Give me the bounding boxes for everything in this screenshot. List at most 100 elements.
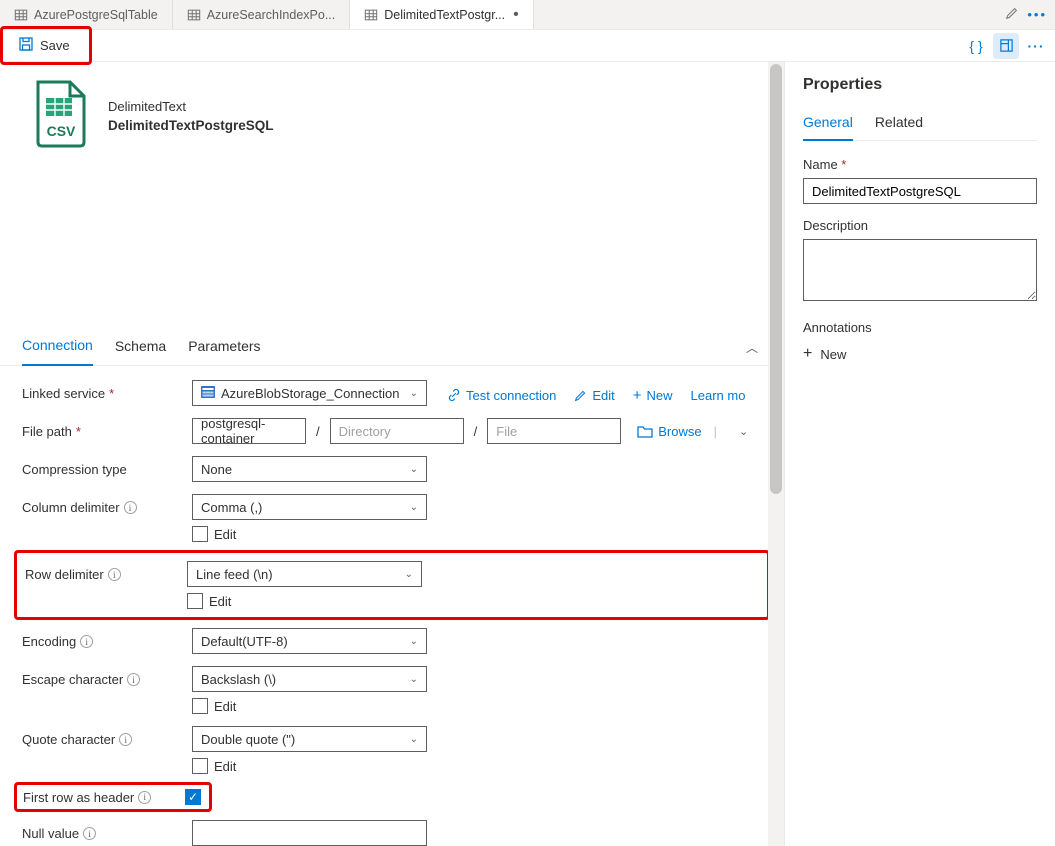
file-path-container-input[interactable]: postgresql-container — [192, 418, 306, 444]
row-delimiter-edit-checkbox[interactable] — [187, 593, 203, 609]
storage-icon — [201, 386, 215, 401]
add-annotation-button[interactable]: + New — [803, 345, 1037, 363]
file-path-file-input[interactable]: File — [487, 418, 621, 444]
edit-checkbox-label: Edit — [214, 527, 236, 542]
scrollbar-thumb[interactable] — [770, 64, 782, 494]
row-file-path: File path postgresql-container / Directo… — [22, 418, 762, 444]
save-button[interactable]: Save — [5, 32, 83, 59]
table-icon — [14, 8, 28, 22]
pencil-icon[interactable] — [1005, 6, 1019, 23]
new-label: New — [647, 388, 673, 403]
quote-label: Quote character i — [22, 726, 182, 747]
new-link[interactable]: + New — [633, 387, 673, 404]
info-icon[interactable]: i — [119, 733, 132, 746]
prop-annotations-label: Annotations — [803, 320, 1037, 335]
row-column-delimiter: Column delimiter i Comma (,) ⌄ Edit — [22, 494, 762, 542]
tabbar-more-icon[interactable]: ••• — [1027, 7, 1047, 22]
dataset-type: DelimitedText — [108, 99, 274, 114]
tab-schema[interactable]: Schema — [115, 328, 166, 365]
first-row-header-checkbox[interactable]: ✓ — [185, 789, 201, 805]
test-connection-link[interactable]: Test connection — [447, 388, 556, 403]
edit-link[interactable]: Edit — [574, 388, 614, 403]
chevron-down-icon: ⌄ — [410, 674, 418, 685]
dataset-header: CSV DelimitedText DelimitedTextPostgreSQ… — [0, 62, 784, 157]
editor-tab-bar: AzurePostgreSqlTable AzureSearchIndexPo.… — [0, 0, 1055, 30]
info-icon[interactable]: i — [124, 501, 137, 514]
chevron-up-icon[interactable]: ︿ — [746, 339, 758, 356]
compression-select[interactable]: None ⌄ — [192, 456, 427, 482]
editor-tab-1[interactable]: AzureSearchIndexPo... — [173, 0, 351, 29]
escape-value: Backslash (\) — [201, 672, 276, 687]
info-icon[interactable]: i — [127, 673, 140, 686]
save-highlight: Save — [0, 26, 92, 65]
unsaved-indicator-icon: • — [513, 6, 519, 24]
editor-tab-0[interactable]: AzurePostgreSqlTable — [0, 0, 173, 29]
main-area: CSV DelimitedText DelimitedTextPostgreSQ… — [0, 62, 1055, 846]
quote-select[interactable]: Double quote (") ⌄ — [192, 726, 427, 752]
properties-tab-general[interactable]: General — [803, 108, 853, 141]
folder-icon — [637, 424, 653, 438]
properties-toggle-icon[interactable] — [993, 33, 1019, 59]
file-path-directory-input[interactable]: Directory — [330, 418, 464, 444]
properties-tab-related[interactable]: Related — [875, 108, 923, 140]
linked-service-select[interactable]: AzureBlobStorage_Connection ⌄ — [192, 380, 427, 406]
row-delimiter-select[interactable]: Line feed (\n) ⌄ — [187, 561, 422, 587]
slash-sep: / — [312, 424, 324, 439]
scrollbar[interactable] — [768, 62, 784, 846]
plus-icon: + — [633, 387, 642, 404]
slash-sep: / — [470, 424, 482, 439]
linked-service-value: AzureBlobStorage_Connection — [221, 386, 400, 401]
row-first-row-header: First row as header i ✓ — [22, 786, 762, 808]
column-delimiter-select[interactable]: Comma (,) ⌄ — [192, 494, 427, 520]
save-label: Save — [40, 38, 70, 53]
browse-label: Browse — [658, 424, 701, 439]
row-null-value: Null value i — [22, 820, 762, 846]
quote-value: Double quote (") — [201, 732, 295, 747]
row-linked-service: Linked service AzureBlobStorage_Connecti… — [22, 380, 762, 406]
first-row-header-highlight: First row as header i ✓ — [14, 782, 212, 812]
prop-desc-input[interactable] — [803, 239, 1037, 301]
row-compression: Compression type None ⌄ — [22, 456, 762, 482]
info-icon[interactable]: i — [83, 827, 96, 840]
editor-tab-1-label: AzureSearchIndexPo... — [207, 8, 336, 22]
null-value-input[interactable] — [192, 820, 427, 846]
first-row-header-label: First row as header i — [23, 790, 175, 805]
info-icon[interactable]: i — [138, 791, 151, 804]
tab-parameters[interactable]: Parameters — [188, 328, 260, 365]
encoding-value: Default(UTF-8) — [201, 634, 288, 649]
csv-file-icon: CSV — [30, 80, 90, 151]
save-icon — [18, 36, 34, 55]
editor-tab-0-label: AzurePostgreSqlTable — [34, 8, 158, 22]
compression-label: Compression type — [22, 456, 182, 477]
learn-more-link[interactable]: Learn mo — [691, 388, 746, 403]
prop-name-input[interactable] — [803, 178, 1037, 204]
content-pane: CSV DelimitedText DelimitedTextPostgreSQ… — [0, 62, 785, 846]
edit-checkbox-label: Edit — [209, 594, 231, 609]
escape-edit-checkbox[interactable] — [192, 698, 208, 714]
toolbar-more-icon[interactable]: ··· — [1023, 33, 1049, 59]
edit-label: Edit — [592, 388, 614, 403]
tabbar-right: ••• — [1005, 0, 1055, 29]
quote-edit-checkbox[interactable] — [192, 758, 208, 774]
svg-text:CSV: CSV — [47, 123, 76, 139]
column-delimiter-value: Comma (,) — [201, 500, 262, 515]
row-row-delimiter: Row delimiter i Line feed (\n) ⌄ Edit — [14, 550, 770, 620]
chevron-down-icon: ⌄ — [410, 502, 418, 513]
properties-tabs: General Related — [803, 108, 1037, 141]
editor-tab-2[interactable]: DelimitedTextPostgr... • — [350, 0, 534, 29]
properties-title: Properties — [803, 76, 1037, 94]
row-delimiter-value: Line feed (\n) — [196, 567, 273, 582]
info-icon[interactable]: i — [108, 568, 121, 581]
info-icon[interactable]: i — [80, 635, 93, 648]
encoding-select[interactable]: Default(UTF-8) ⌄ — [192, 628, 427, 654]
browse-button[interactable]: Browse — [637, 424, 701, 439]
tab-connection[interactable]: Connection — [22, 327, 93, 366]
column-delimiter-label: Column delimiter i — [22, 494, 182, 515]
escape-select[interactable]: Backslash (\) ⌄ — [192, 666, 427, 692]
row-encoding: Encoding i Default(UTF-8) ⌄ — [22, 628, 762, 654]
chevron-down-icon[interactable]: ⌄ — [739, 425, 748, 438]
connection-form: Linked service AzureBlobStorage_Connecti… — [0, 366, 784, 846]
code-icon[interactable]: { } — [963, 33, 989, 59]
column-delimiter-edit-checkbox[interactable] — [192, 526, 208, 542]
toolbar-right: { } ··· — [963, 33, 1049, 59]
